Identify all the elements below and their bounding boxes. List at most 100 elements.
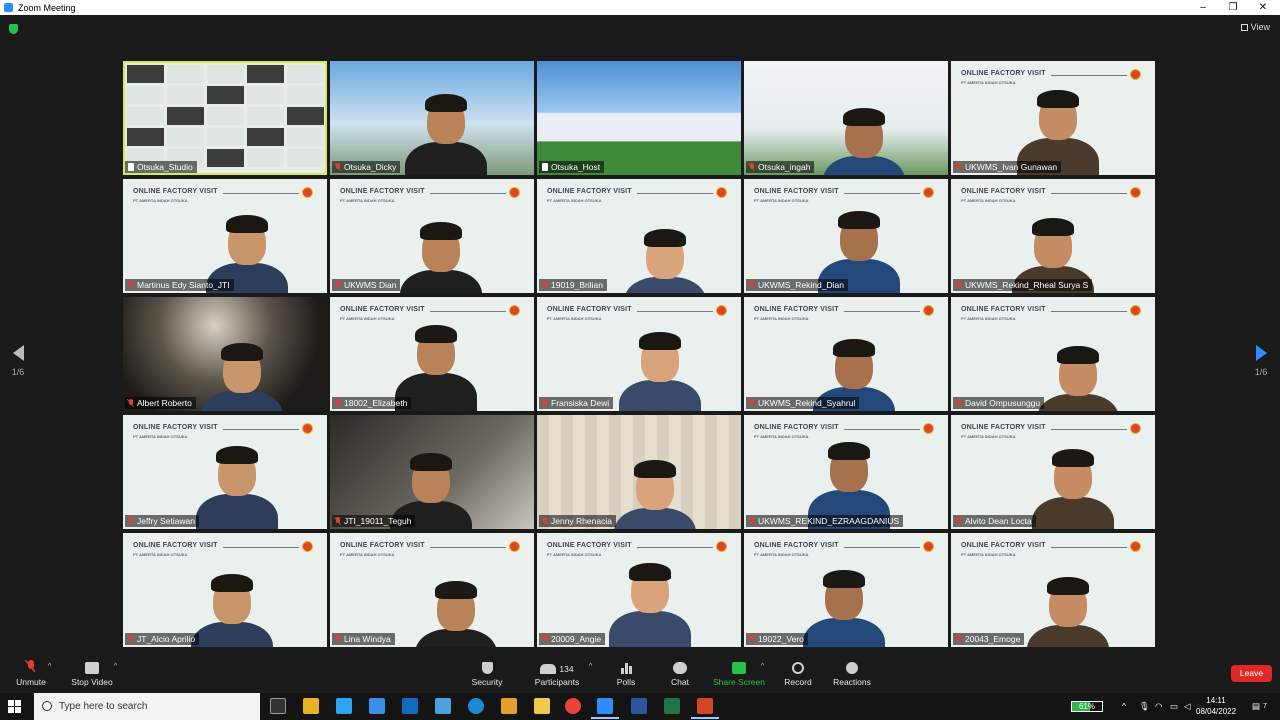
participant-tile[interactable]: ONLINE FACTORY VISIT PT AMERTA INDAH OTSU…: [537, 533, 741, 647]
participant-tile[interactable]: Otsuka_Dicky: [330, 61, 534, 175]
participant-name: UKWMS_Rekind_Syahrul: [758, 398, 856, 408]
participant-name-tag: 19022_Vero: [746, 633, 808, 645]
window-title: Zoom Meeting: [18, 2, 76, 13]
chrome-icon[interactable]: [565, 698, 581, 714]
participant-tile[interactable]: ONLINE FACTORY VISIT PT AMERTA INDAH OTSU…: [744, 415, 948, 529]
participants-options-caret[interactable]: ^: [589, 663, 592, 670]
participants-button[interactable]: 134 Participants: [534, 660, 580, 687]
stop-video-button[interactable]: Stop Video: [70, 660, 114, 687]
participant-name-tag: Otsuka_ingah: [746, 161, 815, 173]
polls-button[interactable]: Polls: [612, 660, 640, 687]
taskbar-clock[interactable]: 14:11 08/04/2022: [1196, 695, 1236, 717]
volume-icon[interactable]: ◁: [1184, 693, 1191, 720]
tray-chevron-icon[interactable]: ^: [1122, 693, 1126, 720]
windows-start-icon[interactable]: [8, 700, 21, 713]
share-options-caret[interactable]: ^: [761, 663, 764, 670]
view-button[interactable]: View: [1240, 22, 1270, 32]
previous-page-button[interactable]: 1/6: [6, 345, 30, 377]
task-view-icon[interactable]: [270, 698, 286, 714]
reactions-button[interactable]: Reactions: [832, 660, 872, 687]
participant-tile[interactable]: ONLINE FACTORY VISIT PT AMERTA INDAH OTSU…: [951, 415, 1155, 529]
powerpoint-icon[interactable]: [691, 698, 719, 719]
participant-name: Otsuka_Dicky: [344, 162, 397, 172]
zoom-app-icon[interactable]: [591, 698, 619, 719]
audio-options-caret[interactable]: ^: [48, 663, 51, 670]
taskbar-search-box[interactable]: Type here to search: [34, 693, 260, 720]
participant-hair: [226, 215, 268, 233]
store-bag-icon[interactable]: [303, 698, 319, 714]
participant-name: Jenny Rhenacia: [551, 516, 612, 526]
mic-muted-icon: [542, 635, 548, 643]
l-app-icon[interactable]: [336, 698, 352, 714]
microphone-icon[interactable]: 🎙: [1139, 693, 1150, 720]
mini-video-thumbnail: [287, 65, 324, 83]
slide-title: ONLINE FACTORY VISIT: [754, 306, 839, 313]
security-button[interactable]: Security: [468, 660, 506, 687]
participant-tile[interactable]: ONLINE FACTORY VISIT PT AMERTA INDAH OTSU…: [537, 179, 741, 293]
university-logo-icon: [509, 187, 520, 198]
slide-divider: [844, 193, 920, 194]
participant-tile[interactable]: ONLINE FACTORY VISIT PT AMERTA INDAH OTSU…: [951, 179, 1155, 293]
participant-tile[interactable]: Otsuka_Studio: [123, 61, 327, 175]
participant-tile[interactable]: ONLINE FACTORY VISIT PT AMERTA INDAH OTSU…: [330, 297, 534, 411]
participant-tile[interactable]: ONLINE FACTORY VISIT PT AMERTA INDAH OTSU…: [951, 61, 1155, 175]
participant-hair: [644, 229, 686, 247]
participant-body: [609, 611, 691, 647]
close-button[interactable]: ✕: [1248, 0, 1278, 15]
slide-subtitle: PT AMERTA INDAH OTSUKA: [547, 198, 602, 203]
participant-tile[interactable]: Jenny Rhenacia: [537, 415, 741, 529]
next-page-button[interactable]: 1/6: [1249, 345, 1273, 377]
participant-name: 18002_Elizabeth: [344, 398, 408, 408]
edge-browser-icon[interactable]: [468, 698, 484, 714]
leave-button[interactable]: Leave: [1231, 665, 1272, 682]
outlook-icon[interactable]: [402, 698, 418, 714]
participant-hair: [410, 453, 452, 471]
share-arrow-icon: [732, 662, 746, 674]
participant-tile[interactable]: ONLINE FACTORY VISIT PT AMERTA INDAH OTSU…: [123, 415, 327, 529]
participant-tile[interactable]: ONLINE FACTORY VISIT PT AMERTA INDAH OTSU…: [744, 297, 948, 411]
word-icon[interactable]: [631, 698, 647, 714]
participant-hair: [833, 339, 875, 357]
mini-video-thumbnail: [127, 107, 164, 125]
photos-app-icon[interactable]: [369, 698, 385, 714]
wifi-icon[interactable]: ◠: [1155, 693, 1162, 720]
file-explorer-icon[interactable]: [534, 698, 550, 714]
participant-tile[interactable]: Otsuka_ingah: [744, 61, 948, 175]
participant-tile[interactable]: ONLINE FACTORY VISIT PT AMERTA INDAH OTSU…: [123, 179, 327, 293]
minimize-button[interactable]: –: [1188, 0, 1218, 15]
chat-button[interactable]: Chat: [666, 660, 694, 687]
network-icon[interactable]: ▭: [1170, 693, 1178, 720]
participant-name-tag: Otsuka_Dicky: [332, 161, 401, 173]
participant-tile[interactable]: ONLINE FACTORY VISIT PT AMERTA INDAH OTSU…: [744, 179, 948, 293]
participant-tile[interactable]: ONLINE FACTORY VISIT PT AMERTA INDAH OTSU…: [123, 533, 327, 647]
encryption-shield-icon[interactable]: [9, 24, 18, 34]
mic-muted-icon: [749, 281, 755, 289]
share-screen-button[interactable]: Share Screen: [713, 660, 765, 687]
media-app-icon[interactable]: [501, 698, 517, 714]
participant-tile[interactable]: ONLINE FACTORY VISIT PT AMERTA INDAH OTSU…: [330, 179, 534, 293]
participant-tile[interactable]: JTI_19011_Teguh: [330, 415, 534, 529]
notes-app-icon[interactable]: [435, 698, 451, 714]
maximize-button[interactable]: ❐: [1218, 0, 1248, 15]
shield-icon: [481, 662, 493, 674]
participant-tile[interactable]: Albert Roberto: [123, 297, 327, 411]
participant-tile[interactable]: ONLINE FACTORY VISIT PT AMERTA INDAH OTSU…: [951, 533, 1155, 647]
mic-muted-icon: [749, 163, 755, 171]
participant-tile[interactable]: ONLINE FACTORY VISIT PT AMERTA INDAH OTSU…: [330, 533, 534, 647]
unmute-button[interactable]: Unmute: [12, 660, 50, 687]
video-options-caret[interactable]: ^: [114, 663, 117, 670]
participant-tile[interactable]: ONLINE FACTORY VISIT PT AMERTA INDAH OTSU…: [951, 297, 1155, 411]
slide-subtitle: PT AMERTA INDAH OTSUKA: [754, 434, 809, 439]
participant-hair: [828, 442, 870, 460]
record-button[interactable]: Record: [782, 660, 814, 687]
battery-indicator[interactable]: 61%: [1071, 701, 1103, 712]
mic-muted-icon: [542, 517, 548, 525]
smiley-icon: [846, 662, 858, 674]
participant-hair: [425, 94, 467, 112]
participant-body: [624, 277, 706, 293]
excel-icon[interactable]: [664, 698, 680, 714]
participant-tile[interactable]: ONLINE FACTORY VISIT PT AMERTA INDAH OTSU…: [537, 297, 741, 411]
notification-center-icon[interactable]: ▤: [1252, 693, 1260, 720]
participant-tile[interactable]: ONLINE FACTORY VISIT PT AMERTA INDAH OTSU…: [744, 533, 948, 647]
participant-tile[interactable]: Otsuka_Host: [537, 61, 741, 175]
